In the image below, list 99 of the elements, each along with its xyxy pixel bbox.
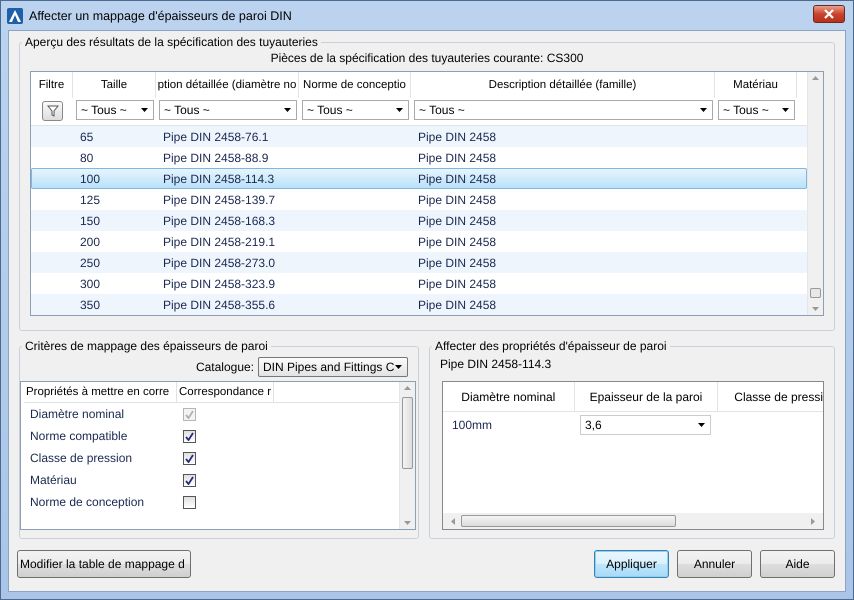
caret-icon	[700, 108, 707, 112]
table-cell-text: Pipe DIN 2458	[417, 256, 498, 270]
filter-button[interactable]	[42, 101, 63, 121]
table-cell-text: 65	[79, 130, 94, 144]
table-cell-text: 100	[79, 172, 102, 186]
table-row[interactable]: 350 Pipe DIN 2458-355.6 Pipe DIN 2458	[31, 294, 807, 315]
group-legend: Critères de mappage des épaisseurs de paroi	[22, 339, 271, 353]
checkbox[interactable]	[183, 430, 196, 442]
table-cell-text: Pipe DIN 2458-273.0	[162, 256, 276, 270]
column-header[interactable]: Epaisseur de la paroi	[574, 382, 718, 411]
table-cell-text: Pipe DIN 2458-139.7	[162, 192, 276, 206]
table-cell-text: 150	[79, 214, 102, 228]
table-cell-text: 200	[79, 234, 102, 248]
close-button[interactable]	[813, 4, 845, 22]
vertical-scrollbar[interactable]	[807, 72, 823, 315]
caret-icon	[284, 108, 291, 112]
catalogue-dropdown[interactable]: DIN Pipes and Fittings C	[258, 357, 408, 377]
table-cell-text: Pipe DIN 2458-76.1	[162, 130, 270, 144]
catalogue-label: Catalogue:	[196, 360, 254, 374]
scroll-right-icon[interactable]	[811, 518, 815, 524]
table-cell-text: Pipe DIN 2458	[417, 234, 498, 248]
table-cell-text: Pipe DIN 2458-323.9	[162, 276, 276, 290]
caret-icon	[395, 365, 402, 369]
table-cell-text: Pipe DIN 2458	[417, 192, 498, 206]
scroll-thumb[interactable]	[402, 397, 413, 469]
table-cell-text: Pipe DIN 2458-355.6	[162, 298, 276, 312]
scroll-thumb[interactable]	[810, 288, 821, 298]
table-cell-text: Pipe DIN 2458	[417, 298, 498, 312]
column-header[interactable]: Correspondance r	[177, 382, 274, 402]
column-header[interactable]: Description détaillée (famille)	[411, 72, 715, 98]
table-row[interactable]: 150 Pipe DIN 2458-168.3 Pipe DIN 2458	[31, 210, 807, 231]
app-logo-icon	[7, 8, 23, 24]
horizontal-scrollbar[interactable]	[443, 513, 823, 529]
dialog-button[interactable]: Annuler	[677, 550, 752, 578]
column-header[interactable]: Propriétés à mettre en corre	[24, 382, 177, 402]
table-row[interactable]: 100 Pipe DIN 2458-114.3 Pipe DIN 2458	[31, 168, 807, 189]
table-cell-text: 350	[79, 298, 102, 312]
caret-icon	[698, 423, 705, 427]
table-row[interactable]: 300 Pipe DIN 2458-323.9 Pipe DIN 2458	[31, 273, 807, 294]
property-label: Diamètre nominal	[29, 407, 126, 421]
checkbox[interactable]	[183, 496, 196, 508]
scroll-up-icon[interactable]	[404, 386, 411, 390]
part-name: Pipe DIN 2458-114.3	[440, 357, 552, 371]
property-label: Norme compatible	[29, 429, 128, 443]
scroll-down-icon[interactable]	[404, 521, 411, 525]
dialog-button[interactable]: Appliquer	[594, 550, 669, 578]
filter-dropdown[interactable]: ~ Tous ~	[302, 100, 409, 120]
table-row[interactable]: 80 Pipe DIN 2458-88.9 Pipe DIN 2458	[31, 147, 807, 168]
table-cell-text: 300	[79, 276, 102, 290]
table-row[interactable]: 250 Pipe DIN 2458-273.0 Pipe DIN 2458	[31, 252, 807, 273]
table-cell-text: 125	[79, 192, 102, 206]
scroll-thumb[interactable]	[461, 515, 676, 527]
scroll-up-icon[interactable]	[812, 76, 819, 80]
column-header[interactable]: Taille	[73, 72, 156, 98]
property-label: Norme de conception	[29, 495, 146, 509]
scroll-down-icon[interactable]	[812, 307, 819, 311]
table-cell-text: Pipe DIN 2458	[417, 276, 498, 290]
filter-dropdown[interactable]: ~ Tous ~	[718, 100, 795, 120]
column-header[interactable]: Diamètre nominal	[443, 382, 575, 411]
table-cell-text: Pipe DIN 2458	[417, 130, 498, 144]
checkbox[interactable]	[183, 452, 196, 464]
filter-dropdown[interactable]: ~ Tous ~	[414, 100, 713, 120]
edit-mapping-button[interactable]: Modifier la table de mappage d	[17, 550, 191, 578]
dialog-button[interactable]: Aide	[760, 550, 835, 578]
property-label: Matériau	[29, 473, 78, 487]
group-legend: Affecter des propriétés d'épaisseur de paroi	[432, 339, 670, 353]
property-label: Classe de pression	[29, 451, 134, 465]
checkbox[interactable]	[183, 474, 196, 486]
funnel-icon	[46, 105, 58, 117]
caret-icon	[782, 108, 789, 112]
table-cell-text: 100mm	[451, 418, 494, 432]
table-cell-text: 250	[79, 256, 102, 270]
table-cell-text: 80	[79, 150, 94, 164]
table-cell-text: Pipe DIN 2458-168.3	[162, 214, 276, 228]
table-row[interactable]: 200 Pipe DIN 2458-219.1 Pipe DIN 2458	[31, 231, 807, 252]
column-header[interactable]: Filtre	[31, 72, 73, 98]
filter-dropdown[interactable]: ~ Tous ~	[159, 100, 297, 120]
thickness-dropdown[interactable]: 3,6	[580, 415, 711, 435]
close-icon	[824, 8, 834, 18]
spec-subtitle: Pièces de la spécification des tuyauteries courante: CS300	[270, 51, 584, 65]
column-header[interactable]: ption détaillée (diamètre no	[156, 72, 299, 98]
filter-dropdown[interactable]: ~ Tous ~	[76, 100, 154, 120]
column-header[interactable]: Matériau	[715, 72, 797, 98]
caret-icon	[141, 108, 148, 112]
caret-icon	[396, 108, 403, 112]
table-cell-text: Pipe DIN 2458	[417, 214, 498, 228]
table-cell-text: Pipe DIN 2458-114.3	[162, 172, 276, 186]
table-cell-text: Pipe DIN 2458-219.1	[162, 234, 276, 248]
table-cell-text: Pipe DIN 2458	[417, 150, 498, 164]
group-legend: Aperçu des résultats de la spécification des tuyauteries	[22, 35, 321, 49]
vertical-scrollbar[interactable]	[399, 382, 415, 529]
column-header[interactable]: Classe de pressi	[718, 382, 823, 411]
column-header[interactable]: Norme de conceptio	[299, 72, 411, 98]
table-row[interactable]: 65 Pipe DIN 2458-76.1 Pipe DIN 2458	[31, 126, 807, 147]
table-cell-text: Pipe DIN 2458-88.9	[162, 150, 270, 164]
scroll-left-icon[interactable]	[451, 518, 455, 524]
window-title: Affecter un mappage d'épaisseurs de paroi DIN	[29, 8, 293, 22]
table-row[interactable]: 125 Pipe DIN 2458-139.7 Pipe DIN 2458	[31, 189, 807, 210]
table-cell-text: Pipe DIN 2458	[417, 172, 498, 186]
